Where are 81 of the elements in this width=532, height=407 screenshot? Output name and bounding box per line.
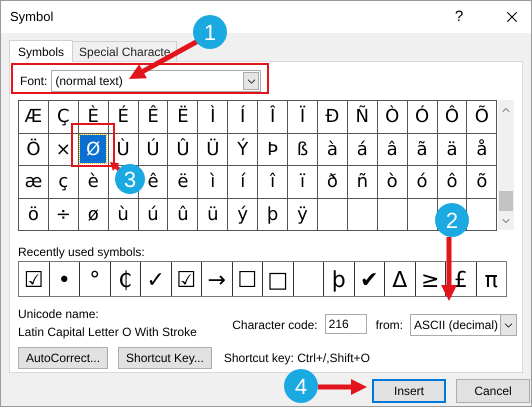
symbol-cell[interactable]: ü [202, 202, 224, 226]
symbol-cell[interactable]: Ü [202, 137, 224, 162]
symbol-cell[interactable]: Þ [262, 137, 284, 162]
from-label: from: [376, 317, 403, 334]
symbol-cell[interactable]: ê [142, 170, 164, 194]
font-label: Font: [20, 73, 48, 90]
symbol-cell[interactable]: Ë [172, 104, 194, 129]
symbol-cell[interactable]: ø [82, 202, 104, 226]
scrollbar-thumb[interactable] [499, 191, 514, 211]
symbol-cell[interactable]: ú [142, 202, 164, 226]
tab[interactable]: Symbols [9, 40, 74, 62]
symbol-cell[interactable]: ß [291, 137, 314, 162]
symbol-cell[interactable]: Ý [232, 137, 254, 162]
symbol-cell[interactable]: ý [232, 202, 254, 226]
dialog-button[interactable]: AutoCorrect... [18, 347, 108, 369]
symbol-cell[interactable]: à [321, 137, 344, 162]
symbol-cell[interactable]: ä [440, 137, 463, 162]
symbol-cell[interactable]: ó [411, 170, 434, 194]
symbol-cell[interactable]: ã [411, 137, 434, 162]
symbol-cell[interactable]: ô [440, 170, 463, 194]
symbol-cell[interactable]: Ð [321, 104, 344, 129]
scrollbar[interactable] [498, 100, 514, 230]
symbol-cell[interactable]: ÿ [291, 202, 314, 226]
font-dropdown[interactable]: (normal text) [51, 70, 262, 92]
step-number-badge: 4 [284, 369, 318, 403]
symbol-cell[interactable]: þ [262, 202, 284, 226]
symbol-cell[interactable]: Ï [291, 104, 314, 129]
symbol-cell[interactable]: Û [172, 137, 194, 162]
symbol-cell[interactable]: î [262, 170, 284, 194]
dialog-button[interactable]: Shortcut Key... [118, 347, 212, 369]
cancel-button[interactable]: Cancel [456, 379, 530, 403]
symbol-cell[interactable]: ç [52, 170, 74, 194]
shortcut-key-text: Shortcut key: Ctrl+/,Shift+O [224, 350, 370, 367]
symbol-cell[interactable]: Ê [142, 104, 164, 129]
symbol-cell[interactable]: ÷ [52, 202, 74, 226]
symbol-cell[interactable]: õ [470, 170, 493, 194]
symbol-cell[interactable]: æ [22, 170, 44, 194]
symbol-cell[interactable]: ñ [351, 170, 374, 194]
symbol-cell[interactable]: á [351, 137, 374, 162]
symbol-cell[interactable]: ö [22, 202, 44, 226]
symbol-cell[interactable]: â [381, 137, 404, 162]
symbol-cell[interactable]: è [82, 170, 104, 194]
symbol-cell[interactable]: Î [262, 104, 284, 129]
symbol-cell[interactable]: Ö [22, 137, 44, 162]
character-code-field[interactable]: 216 [324, 314, 367, 334]
symbol-cell[interactable]: Ç [52, 104, 74, 129]
unicode-name-value: Latin Capital Letter O With Stroke [18, 324, 197, 341]
symbol-cell[interactable]: ð [321, 170, 344, 194]
recent-symbols-label: Recently used symbols: [18, 244, 146, 259]
window-title: Symbol [10, 8, 54, 26]
symbol-cell[interactable]: Ò [381, 104, 404, 129]
character-code-label: Character code: [232, 317, 318, 334]
symbol-cell[interactable]: û [172, 202, 194, 226]
symbol-cell[interactable]: Ì [202, 104, 224, 129]
symbol-cell[interactable]: Ô [440, 104, 463, 129]
highlight-frame [71, 123, 115, 167]
symbol-cell[interactable]: Í [232, 104, 254, 129]
symbol-cell[interactable]: Ñ [351, 104, 374, 129]
symbol-cell[interactable]: å [470, 137, 493, 162]
symbol-cell[interactable]: Õ [470, 104, 493, 129]
help-button[interactable]: ? [447, 5, 471, 29]
symbol-cell[interactable]: ë [172, 170, 194, 194]
symbol-cell[interactable]: Æ [22, 104, 44, 129]
symbol-cell[interactable]: ù [112, 202, 134, 226]
symbol-cell[interactable]: ò [381, 170, 404, 194]
symbol-cell[interactable]: Ø [80, 135, 106, 164]
symbol-cell[interactable]: í [232, 170, 254, 194]
unicode-name-label: Unicode name: [18, 306, 100, 323]
symbol-cell[interactable]: Ù [112, 137, 134, 162]
arrow [318, 379, 367, 395]
arrow [441, 237, 457, 301]
symbol-cell[interactable]: ì [202, 170, 224, 194]
symbol-cell[interactable]: × [52, 137, 74, 162]
symbol-cell[interactable]: É [112, 104, 134, 129]
symbol-cell[interactable]: È [82, 104, 104, 129]
tab[interactable]: Special Characte [73, 41, 178, 61]
symbol-cell[interactable]: Ó [411, 104, 434, 129]
symbol-cell[interactable]: Ú [142, 137, 164, 162]
insert-button[interactable]: Insert [372, 379, 446, 403]
from-dropdown[interactable]: ASCII (decimal) [410, 314, 517, 336]
symbol-cell[interactable]: ï [291, 170, 314, 194]
